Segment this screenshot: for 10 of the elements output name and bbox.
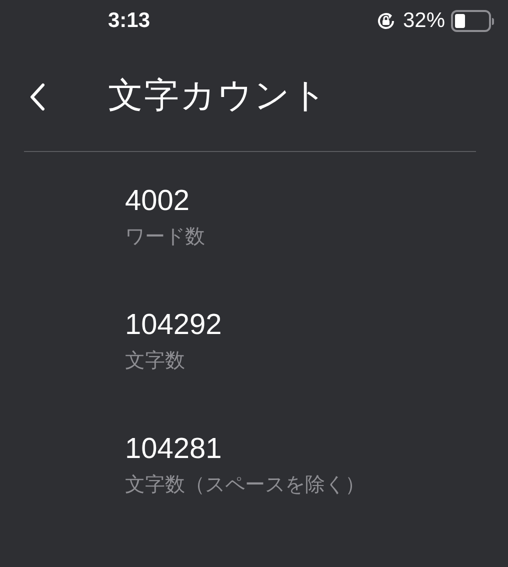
stat-value: 104292 bbox=[125, 308, 222, 342]
stat-label: 文字数（スペースを除く） bbox=[125, 473, 365, 498]
battery-percentage: 32% bbox=[402, 8, 445, 34]
status-time: 3:13 bbox=[108, 8, 150, 34]
stat-value: 104281 bbox=[125, 432, 222, 466]
stat-label: 文字数 bbox=[125, 349, 185, 374]
stat-label: ワード数 bbox=[125, 225, 205, 250]
page-title: 文字カウント bbox=[108, 75, 328, 118]
stat-value: 4002 bbox=[125, 184, 190, 218]
battery-icon bbox=[451, 10, 494, 32]
